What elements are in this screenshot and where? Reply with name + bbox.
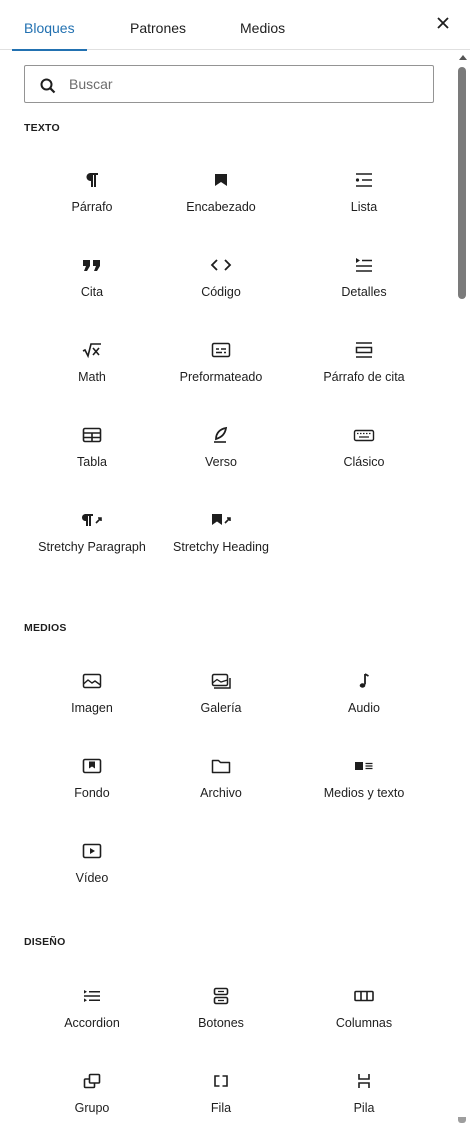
block-buttons[interactable]: Botones xyxy=(155,981,287,1059)
columns-icon xyxy=(354,990,374,1002)
block-math[interactable]: Math xyxy=(26,335,158,413)
block-label: Párrafo de cita xyxy=(323,370,405,384)
buttons-icon xyxy=(213,987,229,1005)
pullquote-icon xyxy=(355,342,373,358)
accordion-icon xyxy=(84,990,100,1002)
block-row[interactable]: Fila xyxy=(155,1066,287,1124)
list-icon xyxy=(355,173,372,187)
block-label: Botones xyxy=(198,1016,244,1030)
group-icon xyxy=(83,1073,101,1089)
block-media-text[interactable]: Medios y texto xyxy=(298,751,430,829)
block-stack[interactable]: Pila xyxy=(298,1066,430,1124)
table-icon xyxy=(82,427,102,443)
block-pullquote[interactable]: Párrafo de cita xyxy=(298,335,430,413)
heading-bookmark-icon xyxy=(215,174,227,186)
scroll-down-arrow[interactable] xyxy=(458,1117,466,1123)
block-quote[interactable]: Cita xyxy=(26,250,158,328)
scroll-up-arrow[interactable] xyxy=(459,55,467,60)
gallery-icon xyxy=(211,673,231,689)
block-label: Pila xyxy=(353,1101,375,1115)
block-preformatted[interactable]: Preformateado xyxy=(155,335,287,413)
block-label: Medios y texto xyxy=(323,786,405,800)
block-columns[interactable]: Columnas xyxy=(298,981,430,1059)
block-details[interactable]: Detalles xyxy=(298,250,430,328)
keyboard-icon xyxy=(353,429,375,442)
block-label: Código xyxy=(201,285,241,299)
block-label: Audio xyxy=(348,701,380,715)
block-label: Encabezado xyxy=(186,200,256,214)
block-group[interactable]: Grupo xyxy=(26,1066,158,1124)
block-label: Columnas xyxy=(335,1016,393,1030)
stretchy-heading-icon xyxy=(212,514,231,525)
block-label: Math xyxy=(78,370,106,384)
block-stretchy-heading[interactable]: Stretchy Heading xyxy=(155,505,287,583)
block-label: Archivo xyxy=(200,786,242,800)
block-stretchy-paragraph[interactable]: Stretchy Paragraph xyxy=(26,505,158,583)
block-accordion[interactable]: Accordion xyxy=(26,981,158,1059)
block-label: Stretchy Paragraph xyxy=(38,540,146,554)
block-classic[interactable]: Clásico xyxy=(298,420,430,498)
search-box xyxy=(24,65,434,103)
tab-media[interactable]: Medios xyxy=(240,0,285,50)
stretchy-paragraph-icon xyxy=(81,514,102,526)
block-label: Stretchy Heading xyxy=(173,540,269,554)
block-image[interactable]: Imagen xyxy=(26,666,158,744)
block-label: Galería xyxy=(200,701,242,715)
block-label: Fila xyxy=(210,1101,232,1115)
block-gallery[interactable]: Galería xyxy=(155,666,287,744)
block-label: Imagen xyxy=(71,701,113,715)
cover-icon xyxy=(82,758,102,774)
block-video[interactable]: Vídeo xyxy=(26,836,158,914)
search-icon xyxy=(40,78,56,94)
quote-icon xyxy=(83,260,100,271)
scrollbar[interactable] xyxy=(458,55,468,1124)
block-label: Lista xyxy=(350,200,378,214)
block-label: Verso xyxy=(205,455,237,469)
block-label: Fondo xyxy=(74,786,110,800)
image-icon xyxy=(82,673,102,689)
block-code[interactable]: Código xyxy=(155,250,287,328)
folder-icon xyxy=(211,759,231,774)
block-audio[interactable]: Audio xyxy=(298,666,430,744)
paragraph-icon xyxy=(86,173,98,187)
block-heading[interactable]: Encabezado xyxy=(155,165,287,243)
section-heading-design: DISEÑO xyxy=(24,936,66,948)
search-input[interactable] xyxy=(69,73,419,95)
audio-note-icon xyxy=(359,673,369,688)
video-icon xyxy=(82,843,102,859)
section-heading-text: TEXTO xyxy=(24,122,60,134)
section-heading-media: MEDIOS xyxy=(24,622,67,634)
block-verse[interactable]: Verso xyxy=(155,420,287,498)
tab-blocks[interactable]: Bloques xyxy=(12,0,87,51)
row-icon xyxy=(214,1075,228,1087)
block-label: Preformateado xyxy=(179,370,263,384)
block-label: Párrafo xyxy=(71,200,113,214)
tab-patterns[interactable]: Patrones xyxy=(130,0,186,50)
block-label: Vídeo xyxy=(75,871,109,885)
media-text-icon xyxy=(355,762,373,770)
block-file[interactable]: Archivo xyxy=(155,751,287,829)
block-label: Tabla xyxy=(77,455,107,469)
block-label: Clásico xyxy=(343,455,385,469)
preformatted-icon xyxy=(211,342,231,358)
block-label: Grupo xyxy=(74,1101,110,1115)
stack-icon xyxy=(358,1074,370,1088)
block-cover[interactable]: Fondo xyxy=(26,751,158,829)
code-icon xyxy=(210,259,232,271)
block-label: Cita xyxy=(80,285,104,299)
math-icon xyxy=(82,343,101,359)
verse-feather-icon xyxy=(214,426,228,443)
block-table[interactable]: Tabla xyxy=(26,420,158,498)
inserter-tabs: Bloques Patrones Medios xyxy=(0,0,470,51)
block-list[interactable]: Lista xyxy=(298,165,430,243)
details-icon xyxy=(356,258,372,272)
block-label: Accordion xyxy=(64,1016,120,1030)
close-icon[interactable] xyxy=(436,16,450,30)
scrollbar-thumb[interactable] xyxy=(458,67,466,299)
block-label: Detalles xyxy=(341,285,387,299)
block-paragraph[interactable]: Párrafo xyxy=(26,165,158,243)
